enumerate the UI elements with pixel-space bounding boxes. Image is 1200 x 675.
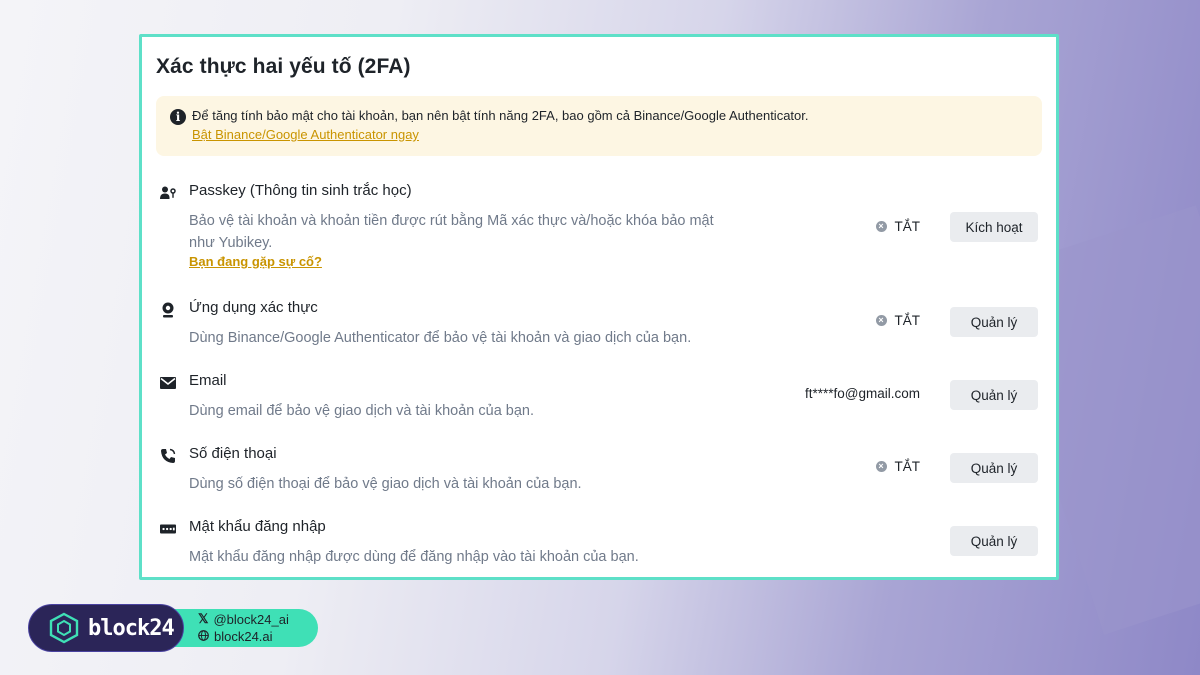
password-icon xyxy=(160,521,176,537)
notice-message: Để tăng tính bảo mật cho tài khoản, bạn … xyxy=(192,108,809,123)
manage-phone-button[interactable]: Quản lý xyxy=(950,453,1038,483)
method-description: Dùng số điện thoại để bảo vệ giao dịch v… xyxy=(189,476,582,492)
method-title: Số điện thoại xyxy=(189,445,277,462)
method-row-password: Mật khẩu đăng nhập Mật khẩu đăng nhập đư… xyxy=(142,518,1056,568)
website-link: block24.ai xyxy=(198,629,273,644)
email-value: ft****fo@gmail.com xyxy=(805,386,920,401)
manage-email-button[interactable]: Quản lý xyxy=(950,380,1038,410)
enable-authenticator-link[interactable]: Bật Binance/Google Authenticator ngay xyxy=(192,127,419,142)
manage-authenticator-button[interactable]: Quản lý xyxy=(950,307,1038,337)
twitter-handle: 𝕏 @block24_ai xyxy=(198,611,289,627)
trouble-link[interactable]: Bạn đang gặp sự cố? xyxy=(189,254,322,269)
brand-name: block24 xyxy=(88,616,175,641)
status-label: TẮT xyxy=(894,313,921,328)
method-row-email: Email Dùng email để bảo vệ giao dịch và … xyxy=(142,372,1056,422)
status-label: TẮT xyxy=(894,219,921,234)
method-description: Dùng Binance/Google Authenticator để bảo… xyxy=(189,330,692,346)
method-title: Mật khẩu đăng nhập xyxy=(189,518,326,535)
method-title: Email xyxy=(189,372,227,389)
globe-icon xyxy=(198,629,209,644)
page-title: Xác thực hai yếu tố (2FA) xyxy=(156,55,411,78)
envelope-icon xyxy=(160,375,176,391)
block24-watermark: block24 𝕏 @block24_ai block24.ai xyxy=(28,604,318,652)
two-factor-card: Xác thực hai yếu tố (2FA) i Để tăng tính… xyxy=(139,34,1059,580)
method-description: Bảo vệ tài khoản và khoản tiền được rút … xyxy=(189,213,714,251)
info-icon: i xyxy=(170,109,186,125)
status-indicator: × TẮT xyxy=(875,313,921,328)
manage-password-button[interactable]: Quản lý xyxy=(950,526,1038,556)
authenticator-icon xyxy=(160,302,176,318)
status-indicator: × TẮT xyxy=(875,459,921,474)
off-x-icon: × xyxy=(875,221,887,232)
off-x-icon: × xyxy=(875,315,887,326)
status-indicator: × TẮT xyxy=(875,219,921,234)
phone-icon xyxy=(160,448,176,464)
off-x-icon: × xyxy=(875,461,887,472)
method-row-authenticator: Ứng dụng xác thực Dùng Binance/Google Au… xyxy=(142,299,1056,349)
method-description: Mật khẩu đăng nhập được dùng để đăng nhậ… xyxy=(189,549,639,565)
twitter-text: @block24_ai xyxy=(213,611,289,627)
block24-logo-icon xyxy=(48,612,80,649)
activate-button[interactable]: Kích hoạt xyxy=(950,212,1038,242)
website-text: block24.ai xyxy=(214,629,273,644)
passkey-icon xyxy=(160,185,176,201)
security-notice: i Để tăng tính bảo mật cho tài khoản, bạ… xyxy=(156,96,1042,156)
method-row-passkey: Passkey (Thông tin sinh trắc học) Bảo vệ… xyxy=(142,182,1056,272)
method-title: Passkey (Thông tin sinh trắc học) xyxy=(189,182,412,199)
method-description: Dùng email để bảo vệ giao dịch và tài kh… xyxy=(189,403,535,419)
method-row-phone: Số điện thoại Dùng số điện thoại để bảo … xyxy=(142,445,1056,495)
status-label: TẮT xyxy=(894,459,921,474)
method-title: Ứng dụng xác thực xyxy=(189,299,318,316)
x-logo-icon: 𝕏 xyxy=(198,611,209,626)
